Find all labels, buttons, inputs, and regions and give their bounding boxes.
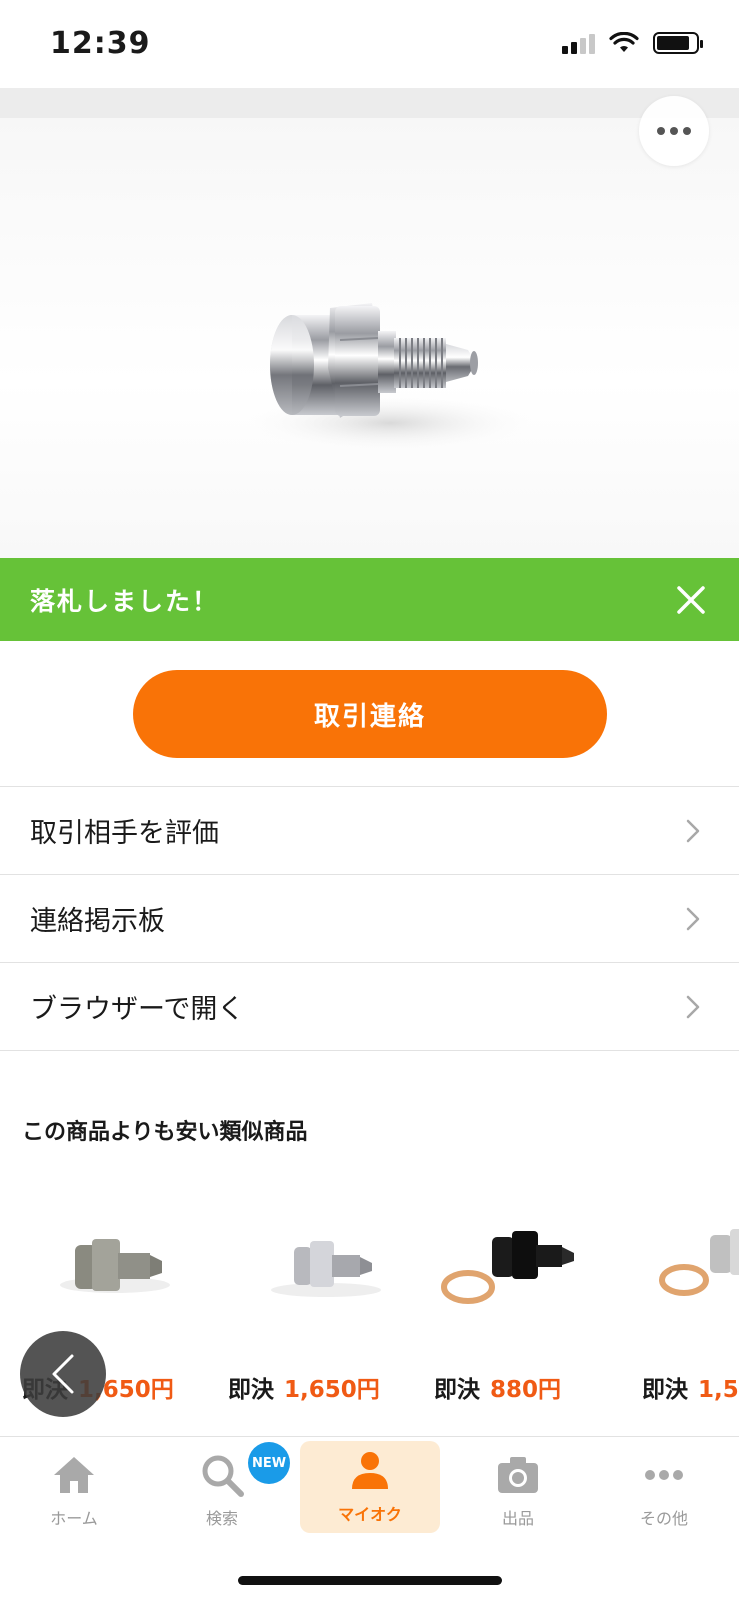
banner-text: 落札しました！ — [30, 586, 220, 616]
similar-products-carousel[interactable]: 即決 1,650円 即決 1,650円 即決 880円 — [0, 1175, 739, 1415]
product-thumbnail — [271, 1241, 381, 1297]
chevron-left-icon — [52, 1354, 74, 1394]
price-label: 即決 — [642, 1377, 688, 1403]
tab-label: その他 — [639, 1509, 688, 1528]
tab-label: 検索 — [205, 1509, 238, 1528]
price-row: 即決 1,650円 — [228, 1370, 380, 1404]
menu-item-label: ブラウザーで開く — [30, 994, 245, 1025]
more-options-button[interactable] — [639, 96, 709, 166]
auction-won-banner: 落札しました！ — [0, 558, 739, 641]
price-value: 1,650円 — [284, 1377, 380, 1403]
product-thumbnail — [60, 1239, 170, 1293]
price-label: 即決 — [228, 1377, 274, 1403]
tab-home[interactable]: ホーム — [4, 1445, 144, 1533]
menu-item-label: 連絡掲示板 — [30, 906, 165, 937]
menu-item-message-board[interactable]: 連絡掲示板 — [0, 875, 739, 963]
tab-sell[interactable]: 出品 — [448, 1445, 588, 1533]
tab-more[interactable]: その他 — [594, 1445, 734, 1533]
home-indicator — [238, 1576, 502, 1585]
price-value: 1,54 — [698, 1377, 739, 1403]
product-card[interactable]: 即決 880円 — [432, 1175, 617, 1415]
chevron-right-icon — [686, 907, 700, 931]
product-image[interactable] — [0, 118, 739, 558]
home-icon — [54, 1457, 94, 1493]
camera-icon — [498, 1457, 538, 1493]
battery-icon — [653, 32, 703, 54]
transaction-contact-button[interactable]: 取引連絡 — [133, 670, 607, 758]
back-button[interactable] — [20, 1331, 106, 1417]
header-strip — [0, 88, 739, 118]
tab-label: マイオク — [338, 1505, 402, 1524]
price-value: 880円 — [490, 1377, 562, 1403]
status-bar: 12:39 — [0, 0, 739, 88]
menu-item-label: 取引相手を評価 — [30, 818, 219, 849]
chevron-right-icon — [686, 995, 700, 1019]
action-menu: 取引相手を評価 連絡掲示板 ブラウザーで開く — [0, 786, 739, 1051]
menu-item-rate-partner[interactable]: 取引相手を評価 — [0, 787, 739, 875]
new-badge: NEW — [248, 1442, 290, 1484]
price-row: 即決 1,54 — [642, 1370, 739, 1404]
search-icon — [202, 1455, 244, 1497]
price-label: 即決 — [434, 1377, 480, 1403]
cellular-signal-icon — [562, 32, 595, 54]
person-icon — [352, 1452, 388, 1489]
more-icon — [645, 1470, 683, 1480]
brake-fitting-image — [240, 303, 540, 453]
menu-item-open-browser[interactable]: ブラウザーで開く — [0, 963, 739, 1051]
tab-my-auctions[interactable]: マイオク — [300, 1441, 440, 1533]
product-card[interactable]: 即決 1,650円 — [226, 1175, 411, 1415]
close-icon[interactable] — [671, 580, 711, 620]
product-thumbnail — [441, 1231, 574, 1304]
chevron-right-icon — [686, 819, 700, 843]
wifi-icon — [609, 32, 639, 52]
tab-label: 出品 — [501, 1509, 534, 1528]
product-thumbnail — [659, 1229, 739, 1296]
similar-products-title: この商品よりも安い類似商品 — [22, 1120, 308, 1145]
price-row: 即決 880円 — [434, 1370, 561, 1404]
status-icons — [562, 32, 703, 54]
status-time: 12:39 — [50, 26, 151, 61]
product-card[interactable]: 即決 1,54 — [640, 1175, 739, 1415]
tab-label: ホーム — [50, 1509, 98, 1528]
